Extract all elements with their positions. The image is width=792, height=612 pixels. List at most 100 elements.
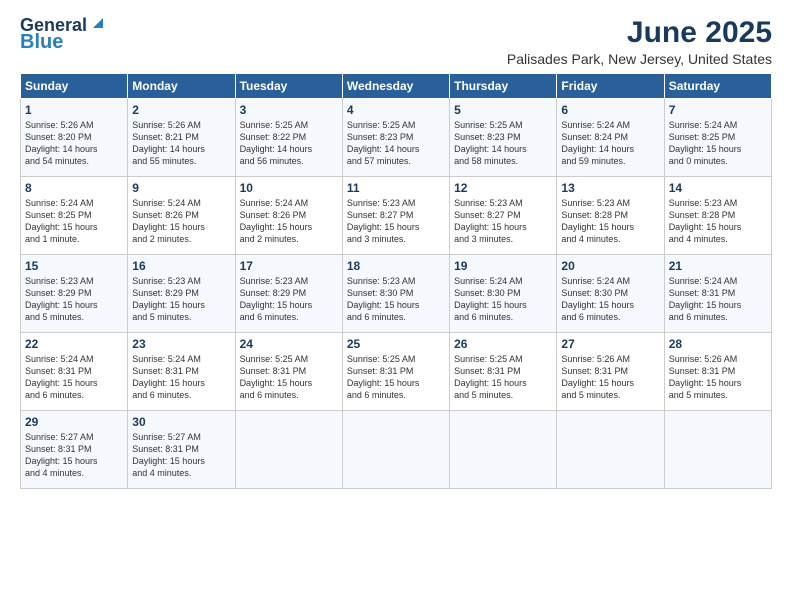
col-thursday: Thursday	[450, 74, 557, 99]
day-info: Sunrise: 5:26 AMSunset: 8:21 PMDaylight:…	[132, 119, 230, 168]
cell-w4-d5: 26 Sunrise: 5:25 AMSunset: 8:31 PMDayligh…	[450, 333, 557, 411]
day-info: Sunrise: 5:26 AMSunset: 8:31 PMDaylight:…	[669, 353, 767, 402]
day-number: 4	[347, 103, 445, 117]
day-info: Sunrise: 5:25 AMSunset: 8:23 PMDaylight:…	[347, 119, 445, 168]
cell-w1-d5: 5 Sunrise: 5:25 AMSunset: 8:23 PMDaylight…	[450, 99, 557, 177]
cell-w4-d7: 28 Sunrise: 5:26 AMSunset: 8:31 PMDayligh…	[664, 333, 771, 411]
day-info: Sunrise: 5:25 AMSunset: 8:31 PMDaylight:…	[454, 353, 552, 402]
day-info: Sunrise: 5:24 AMSunset: 8:30 PMDaylight:…	[561, 275, 659, 324]
day-number: 12	[454, 181, 552, 195]
cell-w5-d2: 30 Sunrise: 5:27 AMSunset: 8:31 PMDayligh…	[128, 411, 235, 489]
logo-triangle-icon	[89, 14, 107, 32]
day-number: 30	[132, 415, 230, 429]
day-number: 26	[454, 337, 552, 351]
day-info: Sunrise: 5:23 AMSunset: 8:30 PMDaylight:…	[347, 275, 445, 324]
day-info: Sunrise: 5:23 AMSunset: 8:28 PMDaylight:…	[561, 197, 659, 246]
day-number: 19	[454, 259, 552, 273]
day-number: 14	[669, 181, 767, 195]
day-info: Sunrise: 5:25 AMSunset: 8:22 PMDaylight:…	[240, 119, 338, 168]
logo-blue: Blue	[20, 32, 63, 52]
day-info: Sunrise: 5:23 AMSunset: 8:27 PMDaylight:…	[454, 197, 552, 246]
col-friday: Friday	[557, 74, 664, 99]
cell-w5-d7	[664, 411, 771, 489]
cell-w5-d6	[557, 411, 664, 489]
cell-w3-d6: 20 Sunrise: 5:24 AMSunset: 8:30 PMDayligh…	[557, 255, 664, 333]
day-info: Sunrise: 5:24 AMSunset: 8:26 PMDaylight:…	[132, 197, 230, 246]
cell-w1-d3: 3 Sunrise: 5:25 AMSunset: 8:22 PMDaylight…	[235, 99, 342, 177]
day-number: 28	[669, 337, 767, 351]
calendar-header-row: Sunday Monday Tuesday Wednesday Thursday…	[21, 74, 772, 99]
day-number: 10	[240, 181, 338, 195]
day-number: 3	[240, 103, 338, 117]
week-row-2: 8 Sunrise: 5:24 AMSunset: 8:25 PMDaylight…	[21, 177, 772, 255]
cell-w5-d1: 29 Sunrise: 5:27 AMSunset: 8:31 PMDayligh…	[21, 411, 128, 489]
day-info: Sunrise: 5:24 AMSunset: 8:31 PMDaylight:…	[669, 275, 767, 324]
col-monday: Monday	[128, 74, 235, 99]
day-info: Sunrise: 5:25 AMSunset: 8:31 PMDaylight:…	[347, 353, 445, 402]
cell-w1-d2: 2Sunrise: 5:26 AMSunset: 8:21 PMDaylight…	[128, 99, 235, 177]
day-number: 8	[25, 181, 123, 195]
day-number: 18	[347, 259, 445, 273]
day-number: 21	[669, 259, 767, 273]
day-info: Sunrise: 5:27 AMSunset: 8:31 PMDaylight:…	[132, 431, 230, 480]
page: General Blue June 2025 Palisades Park, N…	[0, 0, 792, 612]
cell-w2-d1: 8 Sunrise: 5:24 AMSunset: 8:25 PMDaylight…	[21, 177, 128, 255]
cell-w4-d2: 23 Sunrise: 5:24 AMSunset: 8:31 PMDayligh…	[128, 333, 235, 411]
day-info: Sunrise: 5:24 AMSunset: 8:24 PMDaylight:…	[561, 119, 659, 168]
col-sunday: Sunday	[21, 74, 128, 99]
cell-w1-d7: 7Sunrise: 5:24 AMSunset: 8:25 PMDaylight…	[664, 99, 771, 177]
cell-w1-d4: 4 Sunrise: 5:25 AMSunset: 8:23 PMDaylight…	[342, 99, 449, 177]
day-number: 17	[240, 259, 338, 273]
cell-w4-d3: 24 Sunrise: 5:25 AMSunset: 8:31 PMDayligh…	[235, 333, 342, 411]
day-number: 24	[240, 337, 338, 351]
cell-w2-d4: 11Sunrise: 5:23 AMSunset: 8:27 PMDayligh…	[342, 177, 449, 255]
cell-w5-d4	[342, 411, 449, 489]
day-number: 11	[347, 181, 445, 195]
day-info: Sunrise: 5:24 AMSunset: 8:25 PMDaylight:…	[25, 197, 123, 246]
header: General Blue June 2025 Palisades Park, N…	[20, 16, 772, 67]
day-info: Sunrise: 5:27 AMSunset: 8:31 PMDaylight:…	[25, 431, 123, 480]
day-info: Sunrise: 5:26 AMSunset: 8:20 PMDaylight:…	[25, 119, 123, 168]
main-title: June 2025	[507, 16, 772, 49]
cell-w3-d1: 15Sunrise: 5:23 AMSunset: 8:29 PMDayligh…	[21, 255, 128, 333]
day-info: Sunrise: 5:24 AMSunset: 8:31 PMDaylight:…	[132, 353, 230, 402]
cell-w2-d6: 13 Sunrise: 5:23 AMSunset: 8:28 PMDayligh…	[557, 177, 664, 255]
day-number: 7	[669, 103, 767, 117]
day-info: Sunrise: 5:23 AMSunset: 8:29 PMDaylight:…	[132, 275, 230, 324]
day-number: 13	[561, 181, 659, 195]
day-info: Sunrise: 5:25 AMSunset: 8:31 PMDaylight:…	[240, 353, 338, 402]
day-number: 1	[25, 103, 123, 117]
col-wednesday: Wednesday	[342, 74, 449, 99]
day-info: Sunrise: 5:25 AMSunset: 8:23 PMDaylight:…	[454, 119, 552, 168]
day-number: 16	[132, 259, 230, 273]
day-info: Sunrise: 5:23 AMSunset: 8:29 PMDaylight:…	[240, 275, 338, 324]
cell-w4-d6: 27 Sunrise: 5:26 AMSunset: 8:31 PMDayligh…	[557, 333, 664, 411]
day-number: 23	[132, 337, 230, 351]
cell-w1-d6: 6 Sunrise: 5:24 AMSunset: 8:24 PMDaylight…	[557, 99, 664, 177]
day-number: 15	[25, 259, 123, 273]
cell-w3-d3: 17 Sunrise: 5:23 AMSunset: 8:29 PMDayligh…	[235, 255, 342, 333]
day-number: 27	[561, 337, 659, 351]
week-row-5: 29 Sunrise: 5:27 AMSunset: 8:31 PMDayligh…	[21, 411, 772, 489]
day-info: Sunrise: 5:24 AMSunset: 8:31 PMDaylight:…	[25, 353, 123, 402]
day-number: 6	[561, 103, 659, 117]
calendar-table: Sunday Monday Tuesday Wednesday Thursday…	[20, 73, 772, 489]
day-number: 29	[25, 415, 123, 429]
day-number: 22	[25, 337, 123, 351]
cell-w3-d4: 18 Sunrise: 5:23 AMSunset: 8:30 PMDayligh…	[342, 255, 449, 333]
day-info: Sunrise: 5:23 AMSunset: 8:28 PMDaylight:…	[669, 197, 767, 246]
week-row-1: 1 Sunrise: 5:26 AMSunset: 8:20 PMDaylight…	[21, 99, 772, 177]
day-number: 20	[561, 259, 659, 273]
cell-w2-d3: 10Sunrise: 5:24 AMSunset: 8:26 PMDayligh…	[235, 177, 342, 255]
day-info: Sunrise: 5:26 AMSunset: 8:31 PMDaylight:…	[561, 353, 659, 402]
col-saturday: Saturday	[664, 74, 771, 99]
day-number: 9	[132, 181, 230, 195]
week-row-3: 15 Sunrise: 5:23 AMSunset: 8:29 PMDayligh…	[21, 255, 772, 333]
title-block: June 2025 Palisades Park, New Jersey, Un…	[507, 16, 772, 67]
cell-w5-d3	[235, 411, 342, 489]
day-number: 5	[454, 103, 552, 117]
cell-w1-d1: 1 Sunrise: 5:26 AMSunset: 8:20 PMDaylight…	[21, 99, 128, 177]
cell-w4-d4: 25Sunrise: 5:25 AMSunset: 8:31 PMDayligh…	[342, 333, 449, 411]
day-info: Sunrise: 5:24 AMSunset: 8:30 PMDaylight:…	[454, 275, 552, 324]
cell-w3-d7: 21 Sunrise: 5:24 AMSunset: 8:31 PMDayligh…	[664, 255, 771, 333]
